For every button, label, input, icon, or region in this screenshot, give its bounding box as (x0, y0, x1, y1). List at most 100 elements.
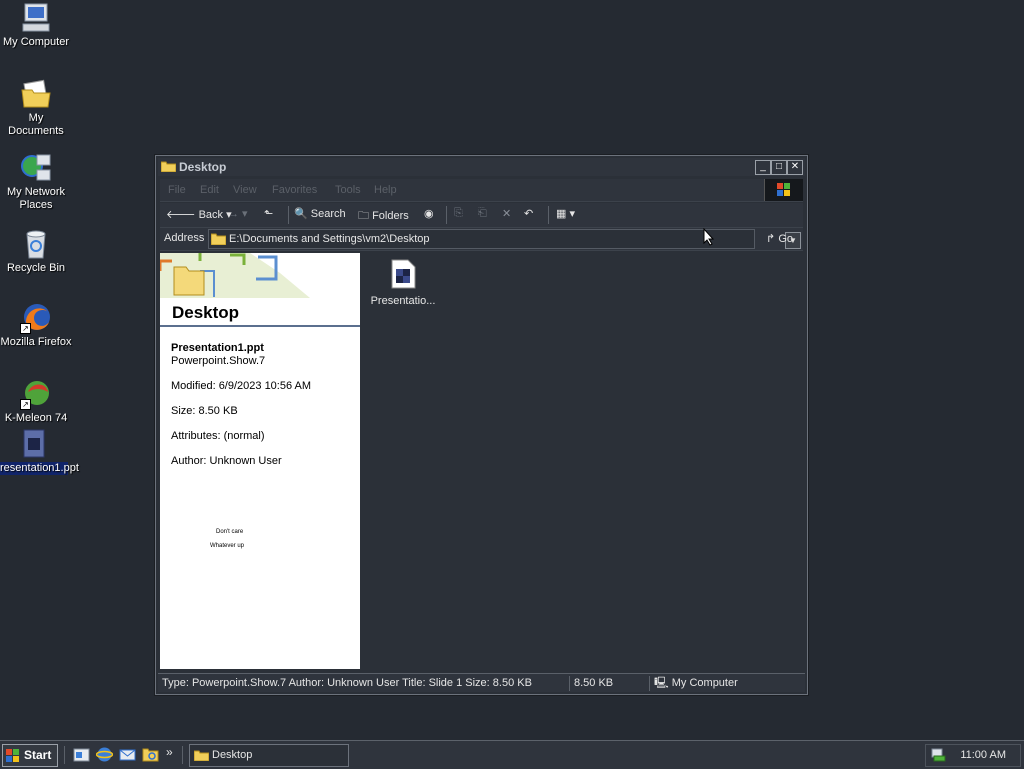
history-icon[interactable]: ◉ (424, 207, 434, 220)
desktop-icon-label: My Documents (8, 112, 64, 137)
menu-bar: File Edit View Favorites Tools Help (160, 179, 803, 202)
shortcut-arrow-icon: ↗ (20, 323, 31, 334)
desktop-icon-recycle-bin[interactable]: Recycle Bin (0, 228, 72, 275)
maximize-button[interactable]: □ (771, 160, 787, 175)
windows-logo-icon (764, 179, 803, 201)
menu-tools[interactable]: Tools (335, 184, 361, 196)
mouse-cursor-icon (703, 228, 715, 246)
go-arrow-icon: ↱ (766, 233, 776, 245)
taskbar-button-desktop[interactable]: Desktop (189, 744, 349, 767)
go-button[interactable]: ↱ Go (766, 232, 793, 245)
status-zone-label: My Computer (671, 677, 738, 689)
windows-explorer-icon[interactable] (142, 746, 159, 763)
file-author: Author: Unknown User (171, 455, 282, 467)
views-icon[interactable]: ▦ ▾ (556, 207, 575, 220)
back-label: Back (198, 209, 224, 221)
search-label: Search (310, 208, 346, 220)
back-button[interactable]: 🡐 Back ▾ (166, 207, 232, 221)
windows-logo-icon (6, 749, 20, 762)
minimize-button[interactable]: _ (755, 160, 771, 175)
start-label: Start (24, 748, 52, 762)
computer-icon (20, 2, 52, 34)
folders-button[interactable]: 🗀 Folders (358, 207, 409, 226)
delete-icon[interactable]: ✕ (502, 207, 511, 220)
network-icon (20, 152, 52, 184)
desktop-icon-k-meleon[interactable]: ↗ K-Meleon 74 (0, 378, 72, 425)
address-label: Address (164, 232, 205, 244)
show-desktop-icon[interactable] (73, 746, 90, 763)
desktop-icon-label: My Network Places (6, 186, 66, 211)
status-size: 8.50 KB (569, 676, 644, 691)
title-bar[interactable]: Desktop _ □ ✕ (158, 158, 805, 176)
go-label: Go (778, 233, 793, 245)
menu-file[interactable]: File (168, 184, 186, 196)
menu-help[interactable]: Help (374, 184, 397, 196)
toolbar-separator (548, 206, 549, 224)
folder-icon (210, 232, 227, 246)
recycle-bin-icon (20, 228, 52, 260)
search-button[interactable]: 🔍 Search (294, 207, 346, 220)
desktop-icon-presentation-ppt[interactable]: resentation1.ppt (0, 428, 79, 475)
pane-divider (160, 325, 360, 327)
shortcut-arrow-icon: ↗ (20, 399, 31, 410)
details-task-pane: Desktop Presentation1.ppt Powerpoint.Sho… (160, 253, 360, 669)
address-path: E:\Documents and Settings\vm2\Desktop (229, 233, 430, 245)
close-button[interactable]: ✕ (787, 160, 803, 175)
desktop-icon-my-network-places[interactable]: My Network Places (0, 152, 72, 212)
firefox-icon: ↗ (20, 302, 52, 334)
folders-label: Folders (372, 210, 409, 222)
taskbar-button-label: Desktop (212, 749, 253, 761)
file-attributes: Attributes: (normal) (171, 430, 265, 442)
search-icon: 🔍 (294, 208, 308, 220)
folders-icon: 🗀 (358, 210, 369, 222)
kmeleon-icon: ↗ (20, 378, 52, 410)
clock[interactable]: 11:00 AM (960, 749, 1006, 761)
file-list-view[interactable]: Presentatio... (362, 253, 803, 669)
address-field[interactable]: E:\Documents and Settings\vm2\Desktop ▼ (208, 229, 801, 249)
file-size: Size: 8.50 KB (171, 405, 238, 417)
computer-icon: 🖳 (654, 677, 669, 689)
toolbar-separator (288, 206, 289, 224)
menu-view[interactable]: View (233, 184, 257, 196)
desktop-icon-my-documents[interactable]: My Documents (0, 78, 72, 138)
desktop-icon-my-computer[interactable]: My Computer (0, 2, 72, 49)
desktop-icon-label: resentation1.ppt (0, 462, 79, 475)
menu-edit[interactable]: Edit (200, 184, 219, 196)
ppt-file-icon (391, 259, 416, 289)
slide-thumbnail-preview: Don't care Whatever up (210, 529, 250, 549)
selected-file-type: Powerpoint.Show.7 (171, 355, 266, 367)
network-tray-icon[interactable] (930, 747, 946, 763)
desktop-icon-label: My Computer (2, 36, 70, 48)
preview-line: Don't care (216, 529, 244, 535)
window-title: Desktop (179, 160, 227, 174)
internet-explorer-icon[interactable] (95, 746, 114, 763)
taskbar-separator (182, 746, 183, 764)
copy-to-icon[interactable]: ⎗ (478, 207, 487, 220)
documents-folder-icon (20, 78, 52, 110)
file-item-label: Presentatio... (370, 295, 436, 307)
standard-toolbar: 🡐 Back ▾ → ▾ ⬑ 🔍 Search 🗀 Folders ◉ ⎘ ⎗ … (160, 203, 803, 228)
taskbar: Start » Desktop 11:00 AM (0, 740, 1024, 769)
forward-button[interactable]: → ▾ (228, 207, 248, 220)
file-item[interactable]: Presentatio... (368, 259, 438, 307)
taskbar-separator (64, 746, 65, 764)
modified-date: Modified: 6/9/2023 10:56 AM (171, 380, 312, 392)
menu-favorites[interactable]: Favorites (272, 184, 317, 196)
desktop-icon-mozilla-firefox[interactable]: ↗ Mozilla Firefox (0, 302, 72, 349)
ppt-file-icon (18, 428, 50, 460)
status-zone: 🖳 My Computer (649, 676, 794, 691)
folder-icon (160, 160, 177, 173)
system-tray: 11:00 AM (925, 744, 1021, 767)
up-folder-icon[interactable]: ⬑ (264, 207, 273, 220)
outlook-express-icon[interactable] (119, 746, 136, 763)
quick-launch-chevron-icon[interactable]: » (166, 745, 173, 759)
move-to-icon[interactable]: ⎘ (454, 207, 463, 220)
desktop-icon-label: Recycle Bin (6, 262, 66, 274)
pane-title: Desktop (172, 303, 240, 322)
status-bar: Type: Powerpoint.Show.7 Author: Unknown … (158, 673, 805, 692)
undo-icon[interactable]: ↶ (524, 207, 533, 220)
selected-file-name: Presentation1.ppt (171, 342, 264, 354)
toolbar-separator (446, 206, 447, 224)
folder-icon (193, 749, 210, 762)
start-button[interactable]: Start (2, 744, 58, 767)
